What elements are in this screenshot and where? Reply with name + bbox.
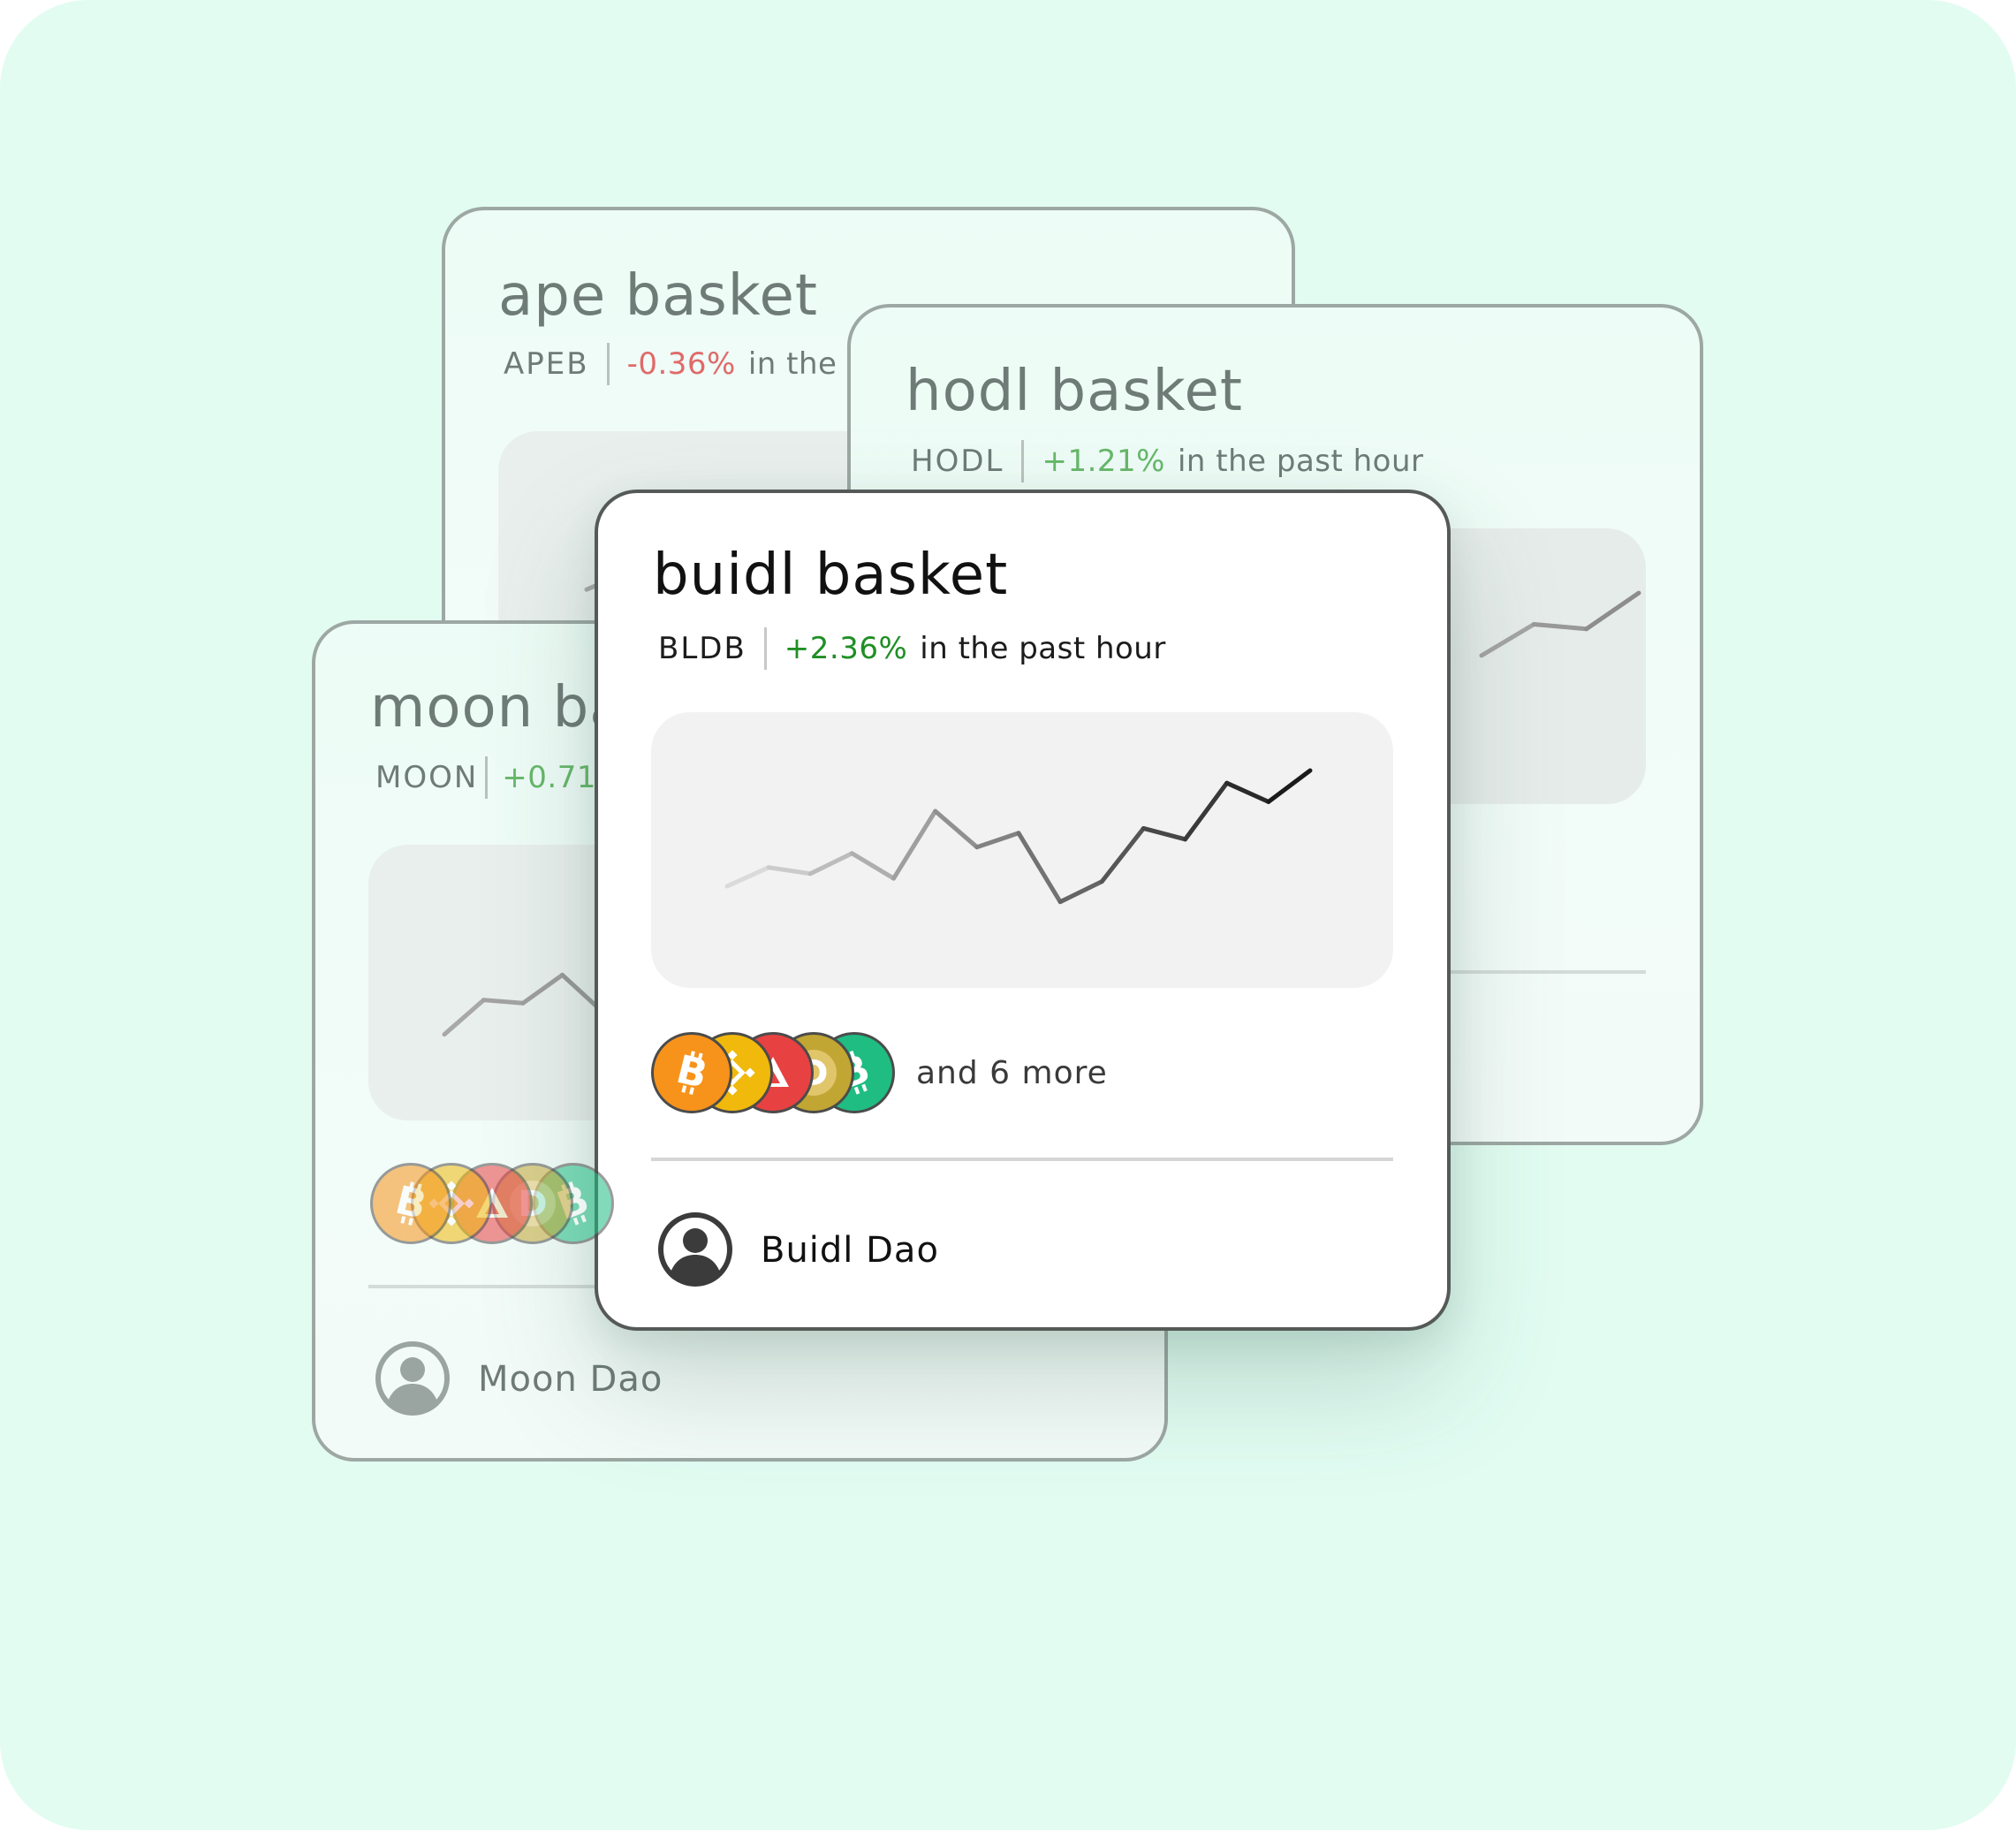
basket-ticker: BLDB xyxy=(658,631,747,666)
basket-title: buidl basket xyxy=(653,543,1009,608)
basket-change: +2.36% xyxy=(784,631,908,666)
chart-point xyxy=(808,871,813,876)
chart-point xyxy=(1637,591,1641,596)
basket-change-suffix: in the past hour xyxy=(1177,444,1424,479)
chart-point xyxy=(1266,800,1270,804)
chart-point xyxy=(1141,826,1146,831)
chart-line-segment xyxy=(1057,879,1104,905)
more-coins-label[interactable]: and 6 more xyxy=(916,1055,1108,1091)
bitcoin-coin-icon: B xyxy=(370,1163,451,1244)
chart-point xyxy=(1017,831,1021,835)
chart-point xyxy=(1224,781,1229,786)
chart-point xyxy=(1480,653,1484,657)
basket-title: moon ba xyxy=(370,675,625,740)
chart-point xyxy=(725,884,730,888)
chart-line-segment xyxy=(1141,825,1188,842)
chart-line-segment xyxy=(1479,621,1536,658)
chart-line-segment xyxy=(933,809,980,850)
chart-point xyxy=(521,1001,526,1006)
chart-point xyxy=(1308,769,1313,773)
owner-name[interactable]: Moon Dao xyxy=(478,1359,663,1400)
chart-line-segment xyxy=(1584,590,1641,632)
chart-point xyxy=(585,588,589,592)
chart-line-segment xyxy=(807,851,854,877)
bitcoin-coin-icon: B xyxy=(651,1032,732,1113)
chart-line-segment xyxy=(1531,621,1589,632)
basket-change: -0.36% xyxy=(626,346,736,382)
chart-point xyxy=(1532,622,1536,626)
chart-point xyxy=(1183,837,1187,841)
chart-line-segment xyxy=(1224,780,1271,804)
chart-line-segment xyxy=(766,865,813,877)
chart-line-segment xyxy=(849,851,897,881)
basket-ticker: APEB xyxy=(504,346,589,382)
chart-svg xyxy=(724,768,1313,905)
chart-point xyxy=(1100,879,1104,884)
basket-title: ape basket xyxy=(498,263,818,329)
meta-divider xyxy=(606,343,610,385)
chart-point xyxy=(933,809,937,814)
chart-point xyxy=(850,851,854,855)
card-divider xyxy=(651,1158,1393,1161)
owner-avatar-icon xyxy=(658,1212,732,1287)
meta-divider xyxy=(763,627,767,670)
chart-line-segment xyxy=(1099,825,1146,885)
chart-line-segment xyxy=(1016,831,1063,905)
chart-line-segment xyxy=(1183,780,1230,842)
basket-title: hodl basket xyxy=(906,359,1243,424)
owner-name[interactable]: Buidl Dao xyxy=(761,1230,939,1271)
basket-meta: BLDB +2.36% in the past hour xyxy=(658,627,1166,670)
chart-point xyxy=(443,1032,447,1036)
chart-point xyxy=(891,877,896,881)
chart-point xyxy=(481,998,486,1002)
basket-change-suffix: in the xyxy=(747,346,837,382)
basket-ticker: MOON xyxy=(375,760,479,795)
meta-divider xyxy=(1021,440,1025,482)
chart-line-segment xyxy=(891,809,938,881)
chart-point xyxy=(767,865,771,869)
chart-line-segment xyxy=(1266,768,1313,804)
chart-line-segment xyxy=(974,831,1021,850)
chart-point xyxy=(560,973,565,977)
chart-point xyxy=(1058,900,1063,904)
basket-meta: HODL +1.21% in the past hour xyxy=(911,440,1424,482)
chart-point xyxy=(1584,626,1588,631)
basket-change-suffix: in the past hour xyxy=(920,631,1166,666)
basket-meta: APEB -0.36% in the xyxy=(504,343,837,385)
basket-card-buidl[interactable]: buidl basket BLDB +2.36% in the past hou… xyxy=(595,490,1451,1331)
meta-divider xyxy=(485,756,489,799)
chart-line-segment xyxy=(724,865,771,889)
chart-point xyxy=(974,845,979,849)
chart-line-segment xyxy=(442,998,486,1037)
background-canvas: ape basket APEB -0.36% in the hodl baske… xyxy=(0,0,2016,1830)
chart-line-segment xyxy=(481,998,526,1006)
basket-change: +1.21% xyxy=(1042,444,1165,479)
basket-chart xyxy=(651,712,1393,988)
coin-stack[interactable]: BDB xyxy=(651,1032,916,1117)
basket-ticker: HODL xyxy=(911,444,1004,479)
chart-line-segment xyxy=(520,972,565,1006)
owner-avatar-icon xyxy=(375,1341,450,1416)
